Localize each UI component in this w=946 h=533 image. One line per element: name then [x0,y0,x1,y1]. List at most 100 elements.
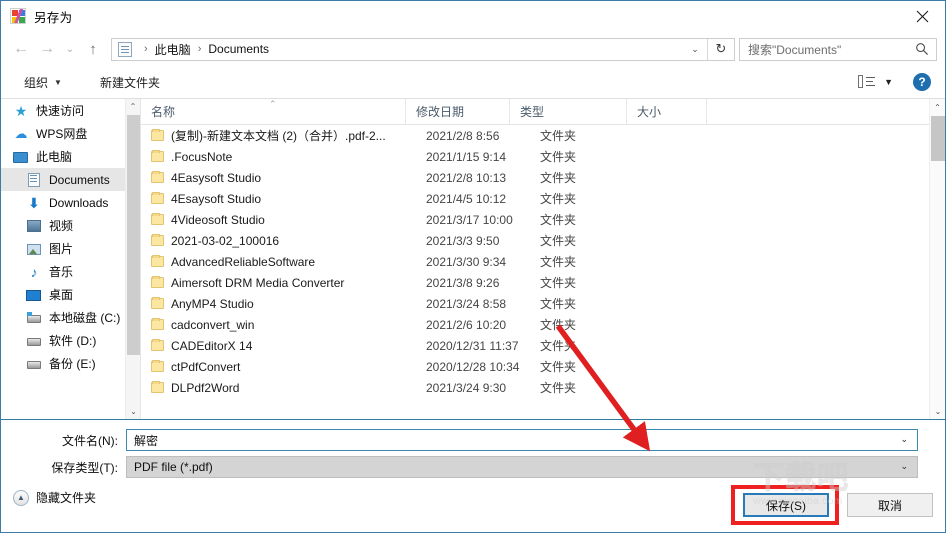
star-icon: ★ [14,102,28,119]
forward-button[interactable]: → [34,36,60,62]
sidebar-item-8[interactable]: 桌面 [1,283,140,306]
column-header-date-label: 修改日期 [416,105,465,119]
folder-icon [151,276,164,288]
breadcrumb-item-0[interactable]: 此电脑 [155,41,191,58]
sidebar-item-0[interactable]: ★ 快速访问 [1,99,140,122]
chevron-up-icon[interactable]: ⌃ [930,99,945,115]
chevron-down-icon[interactable]: ⌄ [900,461,908,472]
view-dropdown-icon[interactable]: ▼ [884,77,893,87]
column-header-name-label: 名称 [151,105,176,119]
list-view-icon[interactable] [858,75,876,89]
table-row[interactable]: Aimersoft DRM Media Converter 2021/3/8 9:… [141,272,945,293]
folder-icon [151,234,164,246]
file-name-cell: 4Videosoft Studio [171,212,265,227]
column-header-size[interactable]: 大小 [627,99,707,124]
file-type-cell: 文件夹 [540,360,577,374]
sidebar-item-2[interactable]: 此电脑 [1,145,140,168]
save-button[interactable]: 保存(S) [743,493,829,517]
table-row[interactable]: DLPdf2Word 2021/3/24 9:30 文件夹 [141,377,945,398]
videos-icon [26,218,42,234]
column-header-date[interactable]: 修改日期 [406,99,510,124]
close-button[interactable] [899,1,945,31]
file-type-cell: 文件夹 [540,234,577,248]
file-date-cell: 2021/4/5 10:12 [426,191,507,206]
column-header-type[interactable]: 类型 [510,99,627,124]
table-row[interactable]: ctPdfConvert 2020/12/28 10:34 文件夹 [141,356,945,377]
sidebar-item-11[interactable]: 备份 (E:) [1,352,140,375]
table-row[interactable]: 4Videosoft Studio 2021/3/17 10:00 文件夹 [141,209,945,230]
chevron-down-icon[interactable]: ⌄ [930,403,945,419]
table-row[interactable]: cadconvert_win 2021/2/6 10:20 文件夹 [141,314,945,335]
title-bar: 另存为 [1,1,945,31]
refresh-button[interactable]: ↻ [707,38,734,60]
chevron-down-icon[interactable]: ⌄ [900,434,908,445]
sidebar-item-3[interactable]: Documents [1,168,140,191]
music-icon: ♪ [30,263,38,280]
hide-folders-toggle[interactable]: ▲ 隐藏文件夹 [13,489,96,506]
breadcrumb[interactable]: › 此电脑 › Documents ⌄ ↻ [111,37,735,61]
sort-ascending-icon: ⌃ [269,99,277,109]
downloads-icon: ⬇ [28,194,40,211]
folder-icon [151,360,164,372]
chevron-down-icon[interactable]: ⌄ [126,404,140,419]
file-type-cell: 文件夹 [540,318,577,332]
save-as-dialog: 另存为 ← → ⌄ ↑ › 此电脑 › Documents ⌄ ↻ 搜索"Doc… [0,0,946,533]
address-bar: ← → ⌄ ↑ › 此电脑 › Documents ⌄ ↻ 搜索"Documen… [1,32,945,66]
sidebar-item-5[interactable]: 视频 [1,214,140,237]
system-drive-icon [26,310,42,326]
sidebar-item-label: 软件 (D:) [49,334,97,348]
table-row[interactable]: AnyMP4 Studio 2021/3/24 8:58 文件夹 [141,293,945,314]
sidebar-scroll-thumb[interactable] [127,115,140,355]
file-list-scroll-thumb[interactable] [931,116,945,161]
file-date-cell: 2021/3/24 8:58 [426,296,507,311]
file-date-cell: 2021/3/30 9:34 [426,254,507,269]
table-row[interactable]: (复制)-新建文本文档 (2)（合并）.pdf-2... 2021/2/8 8:5… [141,125,945,146]
organize-button[interactable]: 组织 ▼ [14,70,72,94]
hide-folders-label: 隐藏文件夹 [36,491,97,505]
breadcrumb-dropdown-button[interactable]: ⌄ [685,39,705,60]
sidebar-scrollbar[interactable]: ⌃ ⌄ [125,99,140,419]
sidebar-item-label: 备份 (E:) [49,357,96,371]
sidebar-item-10[interactable]: 软件 (D:) [1,329,140,352]
file-name-cell: 4Easysoft Studio [171,170,262,185]
filetype-select[interactable]: PDF file (*.pdf) ⌄ [126,456,918,478]
table-row[interactable]: AdvancedReliableSoftware 2021/3/30 9:34 文件… [141,251,945,272]
new-folder-button[interactable]: 新建文件夹 [90,70,170,94]
chevron-up-icon[interactable]: ⌃ [126,99,140,114]
documents-icon [26,172,42,188]
up-button[interactable]: ↑ [80,36,106,62]
breadcrumb-item-1[interactable]: Documents [208,42,269,56]
drive-icon [26,333,42,349]
file-date-cell: 2021/2/8 10:13 [426,170,507,185]
filename-value: 解密 [134,433,159,448]
file-date-cell: 2021/2/6 10:20 [426,317,507,332]
new-folder-label: 新建文件夹 [99,75,160,90]
table-row[interactable]: CADEditorX 14 2020/12/31 11:37 文件夹 [141,335,945,356]
back-button[interactable]: ← [8,36,34,62]
main-area: ★ 快速访问 ☁ WPS网盘 此电脑 Documents ⬇ Downloads 视频图片 ♪ 音乐… [1,99,945,419]
column-headers: 名称 ⌃ 修改日期 类型 大小 [141,99,945,125]
filename-input[interactable]: 解密 ⌄ [126,429,918,451]
table-row[interactable]: 4Esaysoft Studio 2021/4/5 10:12 文件夹 [141,188,945,209]
column-header-name[interactable]: 名称 ⌃ [141,99,406,124]
search-box[interactable]: 搜索"Documents" [739,37,937,61]
save-button-label: 保存(S) [766,498,806,513]
search-placeholder: 搜索"Documents" [748,42,842,57]
table-row[interactable]: .FocusNote 2021/1/15 9:14 文件夹 [141,146,945,167]
table-row[interactable]: 4Easysoft Studio 2021/2/8 10:13 文件夹 [141,167,945,188]
sidebar-item-7[interactable]: ♪ 音乐 [1,260,140,283]
sidebar-item-4[interactable]: ⬇ Downloads [1,191,140,214]
sidebar-item-6[interactable]: 图片 [1,237,140,260]
cancel-button[interactable]: 取消 [847,493,933,517]
recent-locations-button[interactable]: ⌄ [60,36,80,62]
filename-label: 文件名(N): [62,433,118,448]
file-date-cell: 2021/3/24 9:30 [426,380,507,395]
sidebar-item-9[interactable]: 本地磁盘 (C:) [1,306,140,329]
help-button[interactable]: ? [913,73,931,91]
file-list-scrollbar[interactable]: ⌃ ⌄ [929,99,945,419]
file-name-cell: (复制)-新建文本文档 (2)（合并）.pdf-2... [171,129,386,143]
table-row[interactable]: 2021-03-02_100016 2021/3/3 9:50 文件夹 [141,230,945,251]
sidebar-item-label: 视频 [49,219,74,233]
sidebar-item-1[interactable]: ☁ WPS网盘 [1,122,140,145]
file-name-cell: Aimersoft DRM Media Converter [171,275,345,290]
